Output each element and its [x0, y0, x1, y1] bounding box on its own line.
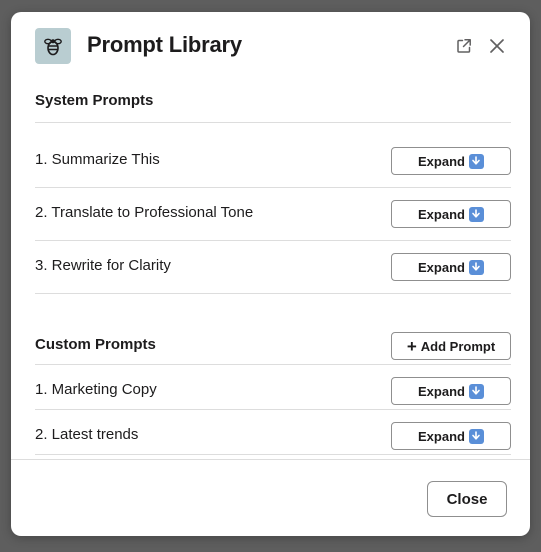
custom-prompt-label: 2. Latest trends: [35, 426, 139, 443]
expand-button[interactable]: Expand: [391, 377, 511, 405]
expand-label: Expand: [418, 383, 465, 399]
dialog-header: Prompt Library: [11, 12, 530, 82]
divider: [35, 122, 511, 123]
custom-prompt-label: 1. Marketing Copy: [35, 381, 157, 398]
divider: [35, 454, 511, 455]
system-prompt-label: 1. Summarize This: [35, 151, 160, 168]
system-prompt-label: 2. Translate to Professional Tone: [35, 204, 254, 221]
divider: [35, 240, 511, 241]
expand-button[interactable]: Expand: [391, 147, 511, 175]
close-icon[interactable]: [487, 36, 507, 56]
close-button[interactable]: Close: [427, 481, 507, 517]
divider: [35, 293, 511, 294]
arrow-down-icon: [468, 428, 484, 444]
arrow-down-icon: [468, 206, 484, 222]
add-prompt-label: Add Prompt: [420, 338, 496, 354]
expand-label: Expand: [418, 206, 465, 222]
divider: [35, 187, 511, 188]
add-prompt-button[interactable]: + Add Prompt: [391, 332, 511, 360]
footer-divider: [11, 459, 530, 460]
expand-button[interactable]: Expand: [391, 422, 511, 450]
external-link-icon[interactable]: [454, 36, 474, 56]
system-prompt-label: 3. Rewrite for Clarity: [35, 257, 171, 274]
divider: [35, 409, 511, 410]
expand-label: Expand: [418, 153, 465, 169]
arrow-down-icon: [468, 259, 484, 275]
expand-label: Expand: [418, 428, 465, 444]
arrow-down-icon: [468, 153, 484, 169]
arrow-down-icon: [468, 383, 484, 399]
custom-prompts-heading: Custom Prompts: [35, 336, 156, 353]
expand-button[interactable]: Expand: [391, 200, 511, 228]
prompt-library-dialog: Prompt Library System Prompts 1. Summari…: [11, 12, 530, 536]
divider: [35, 364, 511, 365]
system-prompts-heading: System Prompts: [35, 92, 154, 109]
plus-icon: +: [406, 336, 417, 356]
bee-icon: [35, 28, 71, 64]
expand-button[interactable]: Expand: [391, 253, 511, 281]
expand-label: Expand: [418, 259, 465, 275]
dialog-title: Prompt Library: [87, 32, 242, 57]
